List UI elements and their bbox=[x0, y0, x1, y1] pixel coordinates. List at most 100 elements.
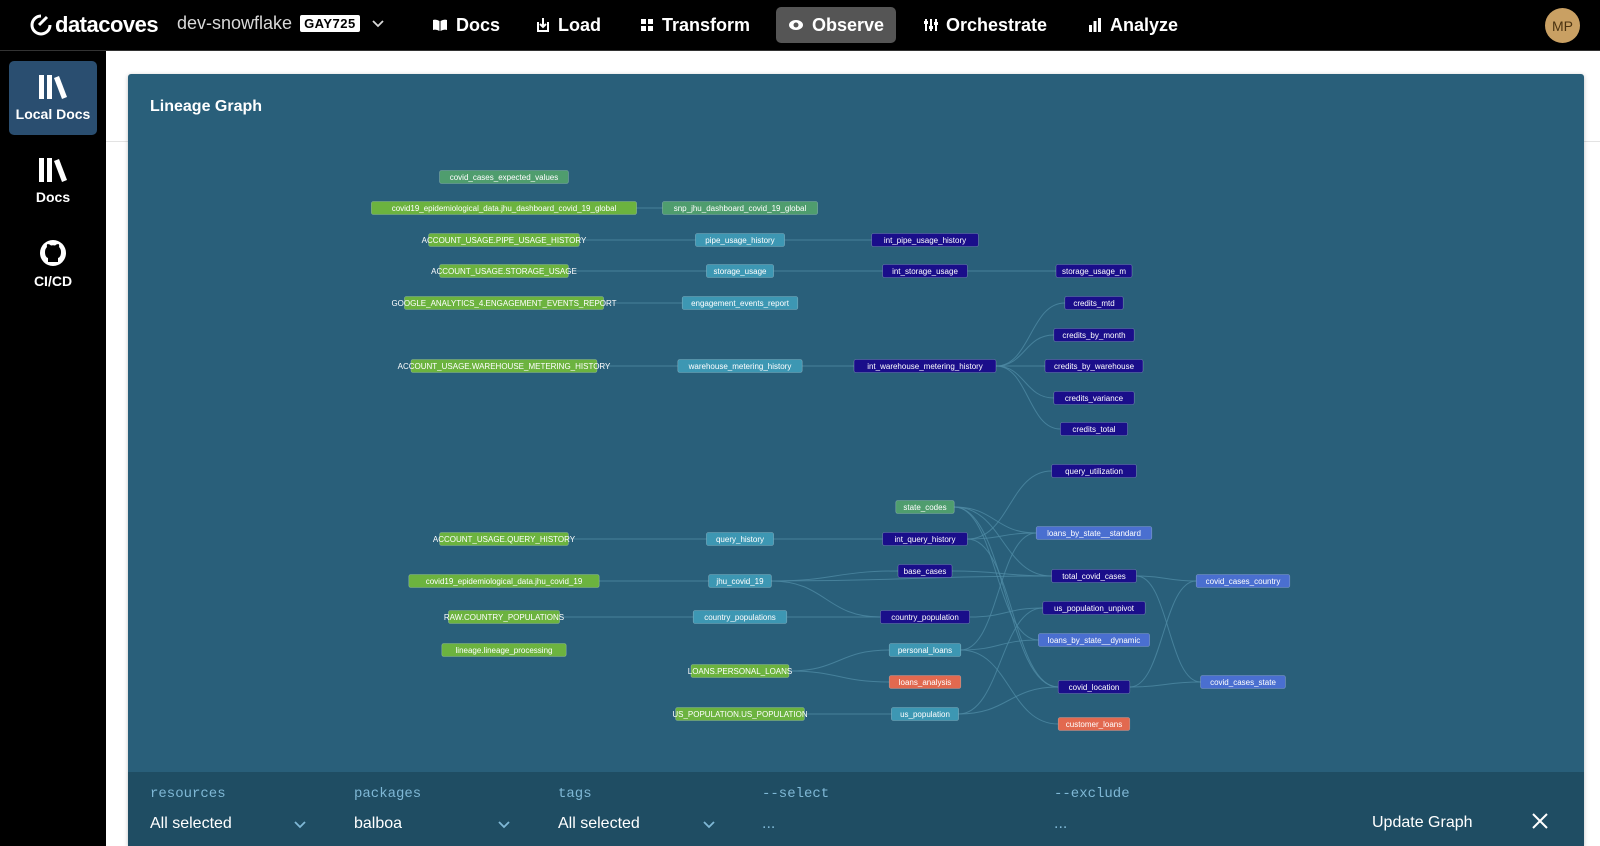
lineage-node[interactable]: query_history bbox=[706, 532, 774, 546]
close-icon[interactable] bbox=[1531, 812, 1549, 835]
lineage-node[interactable]: country_populations bbox=[692, 610, 788, 624]
exclude-input[interactable]: ... bbox=[1054, 815, 1067, 833]
chevron-down-icon[interactable] bbox=[294, 816, 306, 834]
lineage-node[interactable]: ACCOUNT_USAGE.WAREHOUSE_METERING_HISTORY bbox=[398, 359, 611, 373]
lineage-node[interactable]: credits_total bbox=[1060, 422, 1128, 436]
lineage-node[interactable]: state_codes bbox=[895, 500, 955, 514]
lineage-edge bbox=[1136, 575, 1201, 683]
lineage-node[interactable]: LOANS.PERSONAL_LOANS bbox=[688, 664, 792, 678]
lineage-node-label: credits_by_warehouse bbox=[1054, 362, 1135, 371]
lineage-node[interactable]: covid19_epidemiological_data.jhu_covid_1… bbox=[408, 574, 600, 588]
lineage-graph-canvas[interactable]: covid_cases_expected_values covid19_epide… bbox=[128, 74, 1584, 772]
lineage-node[interactable]: covid_cases_state bbox=[1200, 675, 1286, 689]
nav-load[interactable]: Load bbox=[524, 7, 613, 43]
eye-icon bbox=[788, 19, 804, 31]
lineage-node[interactable]: loans_analysis bbox=[888, 675, 962, 689]
lineage-node[interactable]: int_warehouse_metering_history bbox=[853, 359, 997, 373]
lineage-node[interactable]: engagement_events_report bbox=[681, 296, 799, 310]
chevron-down-icon[interactable] bbox=[498, 816, 510, 834]
lineage-node[interactable]: lineage.lineage_processing bbox=[441, 643, 567, 657]
lineage-node[interactable]: customer_loans bbox=[1057, 717, 1131, 731]
nav-load-label: Load bbox=[558, 14, 601, 35]
lineage-node[interactable]: us_population bbox=[891, 707, 959, 721]
lineage-node-label: credits_variance bbox=[1065, 394, 1124, 403]
lineage-edge bbox=[969, 607, 1043, 618]
sidebar-item-label: CI/CD bbox=[33, 273, 73, 289]
lineage-node[interactable]: int_query_history bbox=[882, 532, 968, 546]
lineage-node-label: country_populations bbox=[704, 613, 776, 622]
chevron-down-icon[interactable] bbox=[703, 816, 715, 834]
lineage-node[interactable]: GOOGLE_ANALYTICS_4.ENGAGEMENT_EVENTS_REP… bbox=[391, 296, 617, 310]
sidebar-item-label: Docs bbox=[35, 189, 71, 205]
lineage-node[interactable]: ACCOUNT_USAGE.STORAGE_USAGE bbox=[431, 264, 577, 278]
resources-select[interactable]: All selected bbox=[150, 815, 232, 833]
packages-select[interactable]: balboa bbox=[354, 815, 402, 833]
lineage-node[interactable]: credits_variance bbox=[1053, 391, 1135, 405]
nav-docs[interactable]: Docs bbox=[420, 7, 512, 43]
nav-analyze-label: Analyze bbox=[1110, 14, 1179, 35]
lineage-node[interactable]: covid_cases_country bbox=[1195, 574, 1291, 588]
user-avatar[interactable]: MP bbox=[1545, 8, 1580, 43]
lineage-node[interactable]: total_covid_cases bbox=[1051, 569, 1137, 583]
book-open-icon bbox=[432, 18, 448, 32]
exclude-label: --exclude bbox=[1054, 786, 1130, 802]
nav-analyze[interactable]: Analyze bbox=[1076, 7, 1190, 43]
lineage-node[interactable]: snp_jhu_dashboard_covid_19_global bbox=[662, 201, 818, 215]
lineage-node[interactable]: credits_by_warehouse bbox=[1044, 359, 1144, 373]
lineage-node[interactable]: int_pipe_usage_history bbox=[871, 233, 979, 247]
tags-label: tags bbox=[558, 786, 592, 802]
lineage-node[interactable]: credits_by_month bbox=[1053, 328, 1135, 342]
nav-docs-label: Docs bbox=[456, 14, 501, 35]
sidebar-item-cicd[interactable]: CI/CD bbox=[9, 227, 97, 301]
nav-orchestrate[interactable]: Orchestrate bbox=[912, 7, 1059, 43]
lineage-node-label: base_cases bbox=[904, 567, 947, 576]
lineage-edge bbox=[958, 686, 1059, 715]
environment-badge: GAY725 bbox=[300, 15, 360, 32]
datacoves-logo-icon bbox=[30, 14, 52, 36]
library-icon bbox=[39, 75, 67, 99]
lineage-node[interactable]: ACCOUNT_USAGE.PIPE_USAGE_HISTORY bbox=[422, 233, 587, 247]
lineage-node-label: covid19_epidemiological_data.jhu_covid_1… bbox=[426, 577, 583, 586]
lineage-node-label: ACCOUNT_USAGE.PIPE_USAGE_HISTORY bbox=[422, 236, 587, 245]
lineage-node[interactable]: personal_loans bbox=[888, 643, 962, 657]
lineage-node[interactable]: covid19_epidemiological_data.jhu_dashboa… bbox=[371, 201, 637, 215]
lineage-node[interactable]: country_population bbox=[880, 610, 970, 624]
select-input[interactable]: ... bbox=[762, 815, 775, 833]
environment-selector[interactable]: dev-snowflake GAY725 bbox=[177, 13, 384, 34]
tags-select[interactable]: All selected bbox=[558, 815, 640, 833]
lineage-node[interactable]: credits_mtd bbox=[1064, 296, 1124, 310]
lineage-node[interactable]: US_POPULATION.US_POPULATION bbox=[672, 707, 808, 721]
lineage-node-label: covid19_epidemiological_data.jhu_dashboa… bbox=[392, 204, 617, 213]
lineage-node[interactable]: jhu_covid_19 bbox=[708, 574, 772, 588]
lineage-node[interactable]: covid_location bbox=[1057, 680, 1131, 694]
resources-label: resources bbox=[150, 786, 226, 802]
lineage-node[interactable]: storage_usage bbox=[706, 264, 774, 278]
update-graph-button[interactable]: Update Graph bbox=[1372, 814, 1473, 832]
lineage-node[interactable]: storage_usage_m bbox=[1055, 264, 1133, 278]
lineage-node[interactable]: loans_by_state__standard bbox=[1035, 526, 1153, 540]
nav-observe-label: Observe bbox=[812, 14, 885, 35]
lineage-graph-panel: covid_cases_expected_values covid19_epide… bbox=[128, 74, 1584, 846]
chevron-down-icon bbox=[372, 17, 384, 31]
sidebar-item-docs[interactable]: Docs bbox=[9, 144, 97, 218]
sidebar-item-local-docs[interactable]: Local Docs bbox=[9, 61, 97, 135]
datacoves-logo[interactable]: datacoves bbox=[30, 12, 159, 38]
nav-orchestrate-label: Orchestrate bbox=[946, 14, 1048, 35]
lineage-node[interactable]: query_utilization bbox=[1051, 464, 1137, 478]
environment-name: dev-snowflake bbox=[177, 13, 293, 33]
lineage-node[interactable]: int_storage_usage bbox=[882, 264, 968, 278]
panel-title: Lineage Graph bbox=[150, 98, 263, 115]
lineage-node[interactable]: warehouse_metering_history bbox=[677, 359, 803, 373]
lineage-node[interactable]: base_cases bbox=[897, 564, 953, 578]
lineage-node[interactable]: ACCOUNT_USAGE.QUERY_HISTORY bbox=[433, 532, 576, 546]
lineage-node[interactable]: us_population_unpivot bbox=[1042, 601, 1146, 615]
lineage-node-label: storage_usage bbox=[714, 267, 767, 276]
lineage-node[interactable]: pipe_usage_history bbox=[695, 233, 785, 247]
lineage-node[interactable]: RAW.COUNTRY_POPULATIONS bbox=[444, 610, 564, 624]
lineage-node-label: storage_usage_m bbox=[1062, 267, 1126, 276]
lineage-node-label: covid_cases_expected_values bbox=[450, 173, 559, 182]
nav-transform[interactable]: Transform bbox=[628, 7, 762, 43]
lineage-node[interactable]: loans_by_state__dynamic bbox=[1038, 633, 1150, 647]
nav-observe[interactable]: Observe bbox=[776, 7, 896, 43]
lineage-node[interactable]: covid_cases_expected_values bbox=[439, 170, 569, 184]
